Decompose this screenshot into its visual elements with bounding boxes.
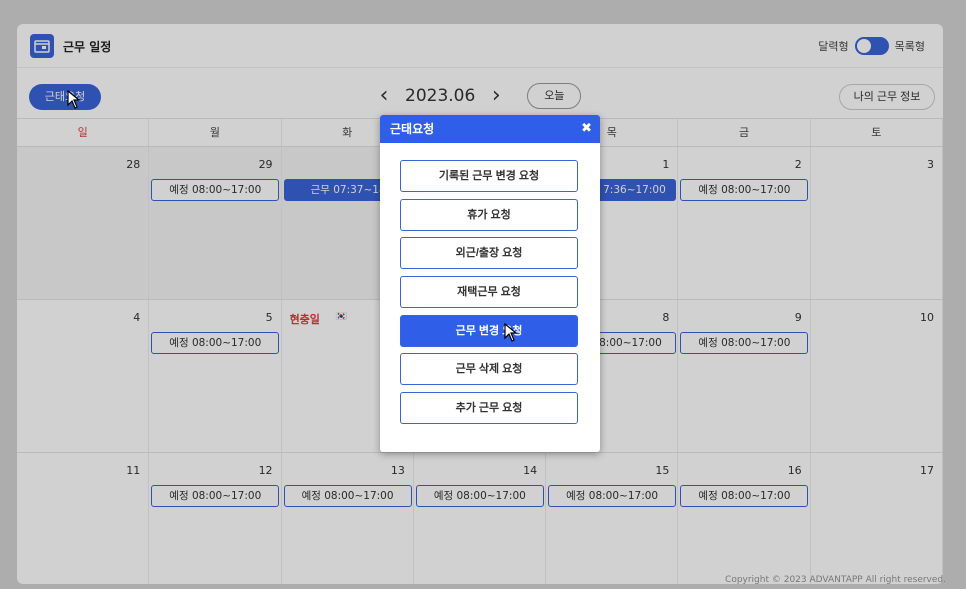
modal-title: 근태요청 — [390, 122, 435, 136]
extra-work-request-button[interactable]: 추가 근무 요청 — [400, 392, 578, 424]
work-change-request-button[interactable]: 근무 변경 요청 — [400, 315, 578, 347]
pointer-cursor-icon — [67, 90, 81, 109]
modal-header: 근태요청 ✖ — [380, 115, 600, 143]
pointer-cursor-icon — [504, 323, 518, 342]
close-icon[interactable]: ✖ — [581, 115, 592, 143]
outside-work-request-button[interactable]: 외근/출장 요청 — [400, 237, 578, 269]
attendance-request-modal: 근태요청 ✖ 기록된 근무 변경 요청 휴가 요청 외근/출장 요청 재택근무 … — [380, 115, 600, 452]
remote-work-request-button[interactable]: 재택근무 요청 — [400, 276, 578, 308]
work-delete-request-button[interactable]: 근무 삭제 요청 — [400, 353, 578, 385]
recorded-work-change-request-button[interactable]: 기록된 근무 변경 요청 — [400, 160, 578, 192]
vacation-request-button[interactable]: 휴가 요청 — [400, 199, 578, 231]
copyright-text: Copyright © 2023 ADVANTAPP All right res… — [725, 575, 946, 585]
